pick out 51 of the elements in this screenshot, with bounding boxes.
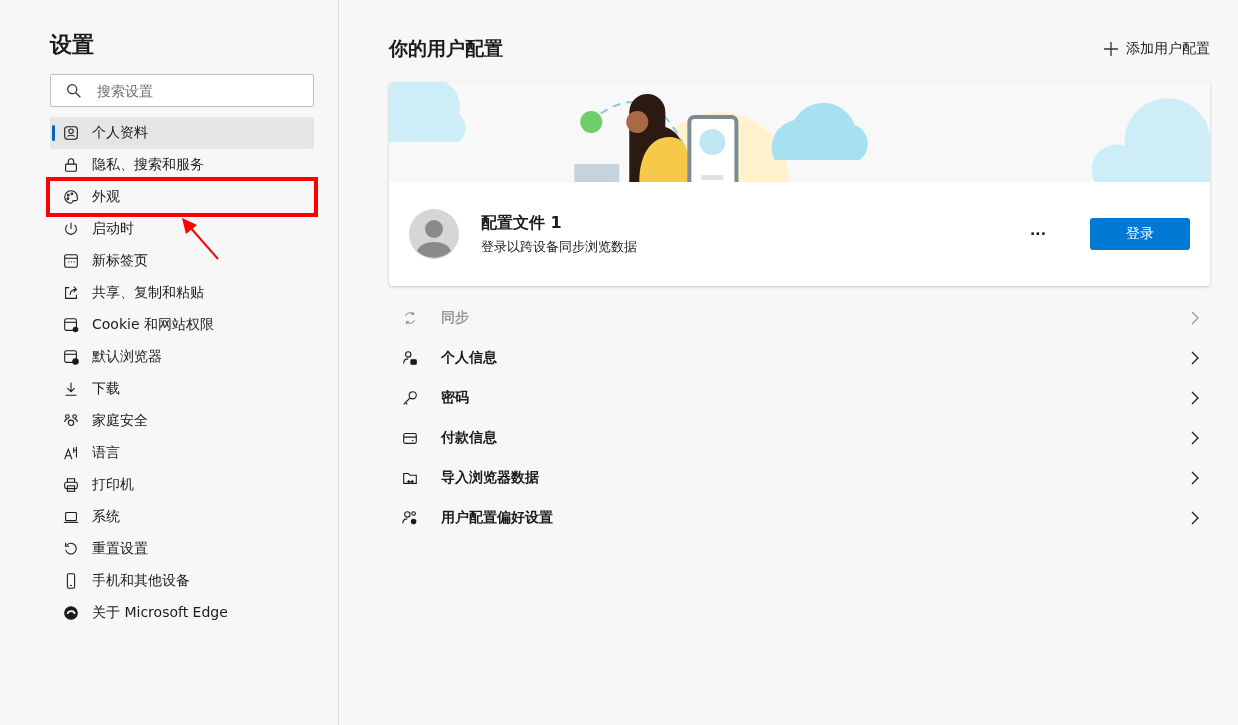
new-tab-icon [62,252,80,270]
key-icon [401,389,419,407]
sidebar-item[interactable]: 默认浏览器 [50,341,314,373]
sidebar-item[interactable]: 家庭安全 [50,405,314,437]
power-icon [62,220,80,238]
share-icon [62,284,80,302]
sidebar-item[interactable]: 关于 Microsoft Edge [50,597,314,629]
lock-icon [62,156,80,174]
profile-icon [62,124,80,142]
sidebar-item[interactable]: 语言 [50,437,314,469]
avatar-icon [409,209,459,259]
settings-row[interactable]: 用户配置偏好设置 [389,498,1210,538]
sidebar-item[interactable]: 外观 [50,181,314,213]
search-icon [65,81,83,100]
search-input[interactable]: 搜索设置 [95,81,299,100]
palette-icon [62,188,80,206]
chevron-icon [1190,511,1200,525]
chevron-icon [1190,391,1200,405]
chevron-icon [1190,351,1200,365]
settings-title: 设置 [50,31,95,59]
chevron-icon [1190,471,1200,485]
chevron-icon [1190,311,1200,325]
search-field[interactable]: 搜索设置 [50,74,314,107]
sidebar-item[interactable]: Cookie 和网站权限 [50,309,314,341]
printer-icon [62,476,80,494]
sidebar-item[interactable]: 个人资料 [50,117,314,149]
settings-row[interactable]: 付款信息 [389,418,1210,458]
settings-row[interactable]: 密码 [389,378,1210,418]
profile-subtitle: 登录以跨设备同步浏览数据 [481,237,638,256]
language-icon [62,444,80,462]
more-button[interactable]: ··· [1024,225,1052,243]
sign-in-button[interactable]: 登录 [1090,218,1190,250]
sidebar-item[interactable]: 隐私、搜索和服务 [50,149,314,181]
reset-icon [62,540,80,558]
page-title: 你的用户配置 [389,36,503,61]
add-profile-link[interactable]: 添加用户配置 [1104,40,1210,58]
sidebar-item[interactable]: 重置设置 [50,533,314,565]
sidebar-item[interactable]: 系统 [50,501,314,533]
settings-row[interactable]: 导入浏览器数据 [389,458,1210,498]
sidebar-item[interactable]: 手机和其他设备 [50,565,314,597]
settings-row[interactable]: 个人信息 [389,338,1210,378]
sidebar-item[interactable]: 下载 [50,373,314,405]
person-card-icon [401,349,419,367]
annotation-arrow [180,218,220,260]
plus-icon [1104,42,1118,56]
sidebar-item[interactable]: 共享、复制和粘贴 [50,277,314,309]
sidebar-item[interactable]: 打印机 [50,469,314,501]
chevron-icon [1190,431,1200,445]
sidebar-item[interactable]: 新标签页 [50,245,314,277]
sidebar-item[interactable]: 启动时 [50,213,314,245]
profile-name: 配置文件 1 [481,212,563,234]
